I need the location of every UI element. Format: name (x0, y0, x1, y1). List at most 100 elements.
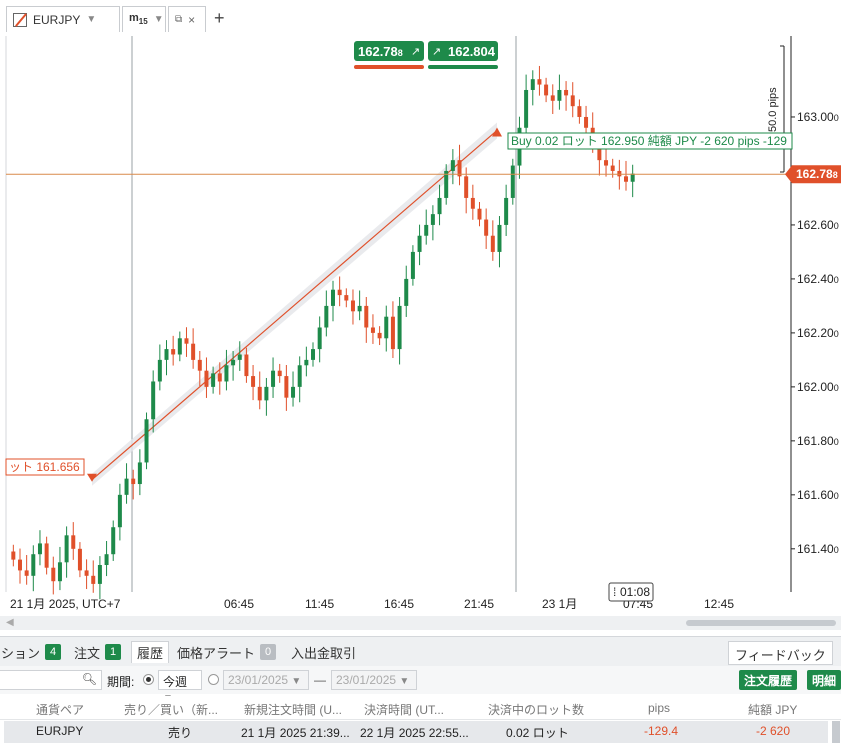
close-icon[interactable]: × (188, 13, 195, 27)
period-select[interactable]: 今週 ▼ (158, 670, 202, 704)
candle-body (157, 359, 162, 382)
timeframe-selector[interactable]: m15 ▼ (122, 6, 166, 32)
cell-lots: 0.02 ロット (506, 726, 569, 740)
candle-body (97, 565, 102, 584)
symbol-label: EURJPY (33, 12, 81, 27)
candle-body (284, 376, 289, 398)
table-scrollbar[interactable] (832, 721, 840, 743)
price-tick-label: 161.800 (797, 434, 839, 448)
chart-tab-eurjpy[interactable]: EURJPY ▼ (6, 6, 120, 32)
candle-body (610, 165, 615, 171)
candle-body (111, 527, 116, 555)
candle-body (450, 160, 455, 171)
tab-history[interactable]: 履歴 (131, 641, 170, 663)
candle-body (544, 84, 549, 96)
candle-body (584, 116, 589, 128)
date-from-select[interactable]: 23/01/2025 ▼ (223, 670, 309, 690)
chart-scrollbar[interactable]: ◀ (0, 616, 841, 630)
col-close-time[interactable]: 決済時間 (UT... (364, 701, 476, 718)
candle-body (204, 370, 209, 387)
tab-orders[interactable]: 注文 1 (69, 641, 126, 663)
candle-body (477, 208, 482, 220)
chevron-down-icon[interactable]: ▼ (154, 14, 164, 25)
date-to-value: 23/01/2025 (336, 673, 397, 687)
candle-body (557, 89, 562, 101)
candle-body (144, 419, 149, 463)
feedback-button[interactable]: フィードバック (728, 641, 833, 665)
candle-body (131, 478, 136, 485)
candle-body (277, 370, 282, 377)
candle-body (370, 327, 375, 333)
time-tick-label: 11:45 (305, 597, 334, 611)
candle-body (357, 305, 362, 312)
tab-positions[interactable]: ション 4 (0, 641, 66, 663)
candle-body (171, 349, 176, 355)
candle-body (497, 224, 502, 252)
col-side[interactable]: 売り／買い（新... (124, 701, 236, 718)
ask-arrow-icon: ↗ (432, 46, 441, 58)
candle-body (11, 551, 16, 560)
pips-measure-label: 50.0 pips (767, 87, 779, 132)
table-row[interactable]: EURJPY 売り 21 1月 2025 21:39... 22 1月 2025… (4, 721, 828, 743)
candle-body (91, 575, 96, 584)
cell-net: -2 620 (756, 724, 791, 738)
search-input[interactable]: 🔍︎ (0, 670, 102, 690)
detach-icon[interactable]: ⧉ (175, 14, 182, 25)
candle-body (564, 89, 569, 96)
scroll-left-icon[interactable]: ◀ (6, 617, 14, 628)
tab-orders-count: 1 (105, 644, 122, 660)
drawing-icon[interactable] (13, 12, 27, 27)
period-radio-preset[interactable] (143, 674, 154, 685)
candle-body (251, 376, 256, 387)
candle-body (444, 170, 449, 198)
chart-svg[interactable]: 163.000 162.600 162.400 162.200 162.000 161.8… (0, 36, 841, 616)
candle-body (244, 354, 249, 377)
cell-close-time: 22 1月 2025 22:55... (360, 726, 469, 740)
tab-deposits[interactable]: 入出金取引 (286, 641, 361, 663)
candle-body (271, 370, 276, 387)
tab-price-alerts[interactable]: 価格アラート 0 (172, 641, 281, 663)
candle-body (617, 170, 622, 177)
tab-positions-count: 4 (45, 644, 62, 660)
cell-side: 売り (168, 726, 193, 740)
candle-body (437, 197, 442, 215)
candle-body (404, 278, 409, 306)
candle-body (51, 567, 56, 582)
chart-tab-bar: EURJPY ▼ m15 ▼ ⧉ × + (0, 0, 841, 36)
entry-order-label[interactable]: ット 161.656 (5, 458, 85, 476)
candle-body (504, 197, 509, 225)
col-lots[interactable]: 決済中のロット数 (488, 701, 600, 718)
candle-body (470, 197, 475, 209)
scroll-thumb[interactable] (686, 620, 836, 626)
candle-body (84, 570, 89, 576)
candle-body (410, 251, 415, 279)
price-chart[interactable]: 163.000 162.600 162.400 162.200 162.000 161.8… (0, 36, 841, 616)
chevron-down-icon: ▼ (399, 676, 410, 687)
chevron-down-icon[interactable]: ▼ (86, 14, 96, 25)
candle-body (397, 305, 402, 350)
window-controls: ⧉ × (168, 6, 206, 32)
col-net[interactable]: 純額 JPY (748, 701, 818, 718)
statement-button[interactable]: 明細 (807, 670, 841, 690)
candle-body (464, 176, 469, 198)
candle-body (550, 95, 555, 101)
col-open-time[interactable]: 新規注文時間 (U... (244, 701, 356, 718)
candle-body (510, 165, 515, 198)
current-price-suffix: 8 (833, 170, 838, 180)
col-pair[interactable]: 通貨ペア (36, 701, 116, 718)
period-radio-custom[interactable] (208, 674, 219, 685)
add-chart-button[interactable]: + (214, 8, 225, 29)
trade-position-label[interactable]: Buy 0.02 ロット 162.950 純額 JPY -2 620 pips … (507, 132, 793, 150)
date-from-value: 23/01/2025 (228, 673, 289, 687)
time-tick-label: 21 1月 2025, UTC+7 (10, 597, 121, 611)
candle-body (164, 349, 169, 360)
candle-body (24, 570, 29, 576)
candle-body (64, 535, 69, 563)
price-tick-label: 162.600 (797, 218, 839, 232)
col-pips[interactable]: pips (648, 701, 708, 715)
date-to-select[interactable]: 23/01/2025 ▼ (331, 670, 417, 690)
cell-pips: -129.4 (644, 724, 679, 738)
candle-body (364, 305, 369, 328)
candle-body (577, 106, 582, 117)
order-history-button[interactable]: 注文履歴 (739, 670, 798, 690)
